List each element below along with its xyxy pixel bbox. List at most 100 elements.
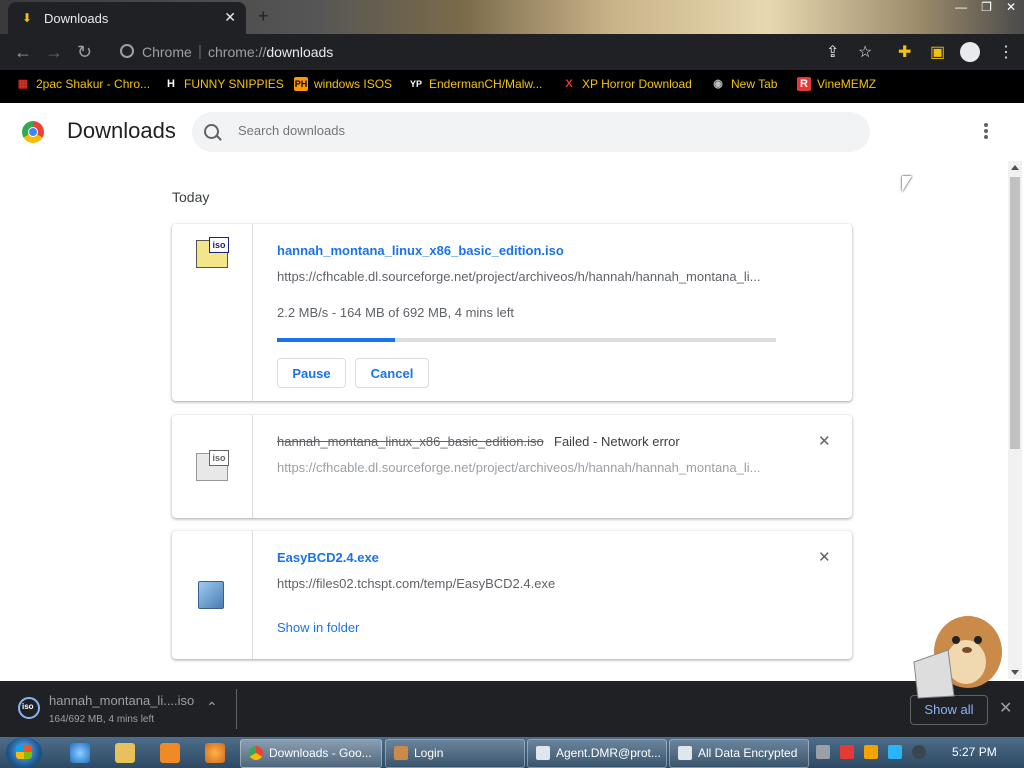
- shelf-filename[interactable]: hannah_montana_li....iso: [49, 693, 194, 708]
- bookmark-star-icon[interactable]: ☆: [858, 42, 872, 62]
- taskbar-item-label: Agent.DMR@prot...: [556, 746, 661, 760]
- omnibox[interactable]: Chrome | chrome://downloads: [110, 38, 890, 66]
- more-actions-icon[interactable]: [984, 123, 988, 141]
- chrome-logo-icon: [22, 121, 44, 143]
- forward-arrow-icon[interactable]: →: [45, 42, 63, 63]
- bookmark-item[interactable]: ▦ 2pac Shakur - Chro...: [16, 77, 150, 91]
- bookmarks-bar: ▦ 2pac Shakur - Chro... H FUNNY SNIPPIES P…: [0, 70, 1024, 103]
- share-icon[interactable]: ⇪: [826, 42, 839, 62]
- remove-download-icon[interactable]: ✕: [818, 548, 831, 566]
- search-input[interactable]: [236, 122, 840, 139]
- scroll-down-arrow-icon[interactable]: [1011, 670, 1019, 675]
- new-tab-button[interactable]: +: [258, 6, 269, 27]
- bookmark-item[interactable]: PH windows ISOS: [294, 77, 392, 91]
- chrome-icon: [249, 746, 263, 760]
- download-status: 2.2 MB/s - 164 MB of 692 MB, 4 mins left: [277, 305, 514, 320]
- taskbar-item-label: Login: [414, 746, 444, 760]
- file-icon-column: [172, 415, 253, 518]
- tray-v-icon[interactable]: [840, 745, 854, 759]
- show-in-folder-link[interactable]: Show in folder: [277, 620, 359, 635]
- download-progress-fill: [277, 338, 396, 342]
- iso-file-icon: [196, 237, 229, 268]
- tray-search-icon[interactable]: [864, 745, 878, 759]
- section-date-header: Today: [172, 189, 210, 205]
- back-arrow-icon[interactable]: ←: [14, 42, 32, 63]
- window-icon: [536, 746, 550, 760]
- file-explorer-icon[interactable]: [115, 743, 135, 763]
- remove-download-icon[interactable]: ✕: [818, 432, 831, 450]
- bookmark-label: 2pac Shakur - Chro...: [36, 77, 151, 91]
- yp-icon: YP: [409, 79, 422, 89]
- restore-button[interactable]: ❐: [981, 0, 992, 16]
- url-prefix: chrome://: [208, 44, 267, 60]
- chevron-up-icon[interactable]: ⌃: [206, 699, 218, 716]
- paint-icon[interactable]: [205, 743, 225, 763]
- taskbar-item-label: All Data Encrypted: [698, 746, 798, 760]
- tab-title: Downloads: [44, 11, 109, 26]
- taskbar-clock[interactable]: 5:27 PM: [952, 745, 997, 759]
- reload-icon[interactable]: ↻: [77, 42, 92, 63]
- bookmark-label: EndermanCH/Malw...: [429, 77, 543, 91]
- bookmark-label: New Tab: [731, 77, 778, 91]
- start-button[interactable]: [6, 737, 42, 768]
- folder-icon: ▦: [17, 78, 29, 90]
- tray-volume-icon[interactable]: [912, 745, 926, 759]
- download-filename: hannah_montana_linux_x86_basic_edition.i…: [277, 434, 544, 449]
- taskbar-item-label: Downloads - Goo...: [269, 746, 372, 760]
- download-card-failed: hannah_montana_linux_x86_basic_edition.i…: [172, 415, 852, 518]
- ph-icon: PH: [294, 77, 308, 91]
- browser-toolbar: ← → ↻ Chrome | chrome://downloads ⇪ ☆ ✚ …: [0, 34, 1024, 70]
- scroll-up-arrow-icon[interactable]: [1011, 165, 1019, 170]
- bookmark-label: windows ISOS: [314, 77, 393, 91]
- extensions-icon[interactable]: ✚: [898, 42, 911, 62]
- bookmark-label: XP Horror Download: [582, 77, 692, 91]
- url-path: downloads: [266, 44, 334, 60]
- hamster-mascot-image: [913, 616, 1002, 699]
- side-panel-icon[interactable]: ▣: [930, 42, 945, 62]
- file-icon-column: [172, 224, 253, 401]
- media-player-icon[interactable]: [160, 743, 180, 763]
- bookmark-item[interactable]: H FUNNY SNIPPIES: [164, 77, 284, 91]
- tray-app-icon[interactable]: [816, 745, 830, 759]
- taskbar-item-downloads[interactable]: Downloads - Goo...: [240, 739, 382, 768]
- bookmark-item[interactable]: ◉ New Tab: [711, 77, 777, 91]
- app-icon: [394, 746, 408, 760]
- omnibox-separator: |: [198, 43, 202, 60]
- bookmark-item[interactable]: X XP Horror Download: [562, 77, 692, 91]
- title-bar: ⬇ Downloads ✕ + — ❐ ✕: [0, 0, 1024, 34]
- taskbar-item-agent[interactable]: Agent.DMR@prot...: [527, 739, 667, 768]
- bookmark-item[interactable]: YP EndermanCH/Malw...: [409, 77, 542, 91]
- download-card-complete: EasyBCD2.4.exe https://files02.tchspt.co…: [172, 531, 852, 659]
- cancel-button[interactable]: Cancel: [355, 358, 429, 388]
- omnibox-url[interactable]: chrome://downloads: [208, 44, 333, 60]
- window-icon: [678, 746, 692, 760]
- bookmark-label: VineMEMZ: [817, 77, 877, 91]
- download-shelf: hannah_montana_li....iso 164/692 MB, 4 m…: [0, 681, 1024, 737]
- exe-file-icon: [198, 581, 224, 609]
- page-scrollbar[interactable]: [1008, 161, 1022, 679]
- tab-close-icon[interactable]: ✕: [224, 9, 236, 26]
- download-progress-ring-icon: [18, 697, 40, 719]
- taskbar-item-login[interactable]: Login: [385, 739, 525, 768]
- bookmark-item[interactable]: R VineMEMZ: [797, 77, 876, 91]
- download-progress-bar: [277, 338, 776, 342]
- profile-avatar-icon[interactable]: [960, 42, 980, 62]
- close-window-button[interactable]: ✕: [1006, 0, 1016, 16]
- search-icon[interactable]: [204, 124, 219, 139]
- minimize-button[interactable]: —: [955, 0, 967, 16]
- download-filename-link[interactable]: EasyBCD2.4.exe: [277, 550, 379, 565]
- download-filename-link[interactable]: hannah_montana_linux_x86_basic_edition.i…: [277, 243, 564, 258]
- search-bar[interactable]: [192, 112, 870, 152]
- tab-downloads[interactable]: ⬇ Downloads ✕: [8, 2, 246, 34]
- system-tray: [816, 745, 926, 759]
- browser-menu-icon[interactable]: ⋮: [998, 42, 1014, 62]
- internet-explorer-icon[interactable]: [70, 743, 90, 763]
- omnibox-site-label: Chrome: [142, 44, 192, 60]
- shelf-divider: [236, 689, 237, 729]
- iso-file-icon: [196, 450, 229, 481]
- taskbar-item-all-data-encrypted[interactable]: All Data Encrypted: [669, 739, 809, 768]
- scroll-thumb[interactable]: [1010, 177, 1020, 449]
- pause-button[interactable]: Pause: [277, 358, 346, 388]
- bookmark-label: FUNNY SNIPPIES: [184, 77, 284, 91]
- tray-network-icon[interactable]: [888, 745, 902, 759]
